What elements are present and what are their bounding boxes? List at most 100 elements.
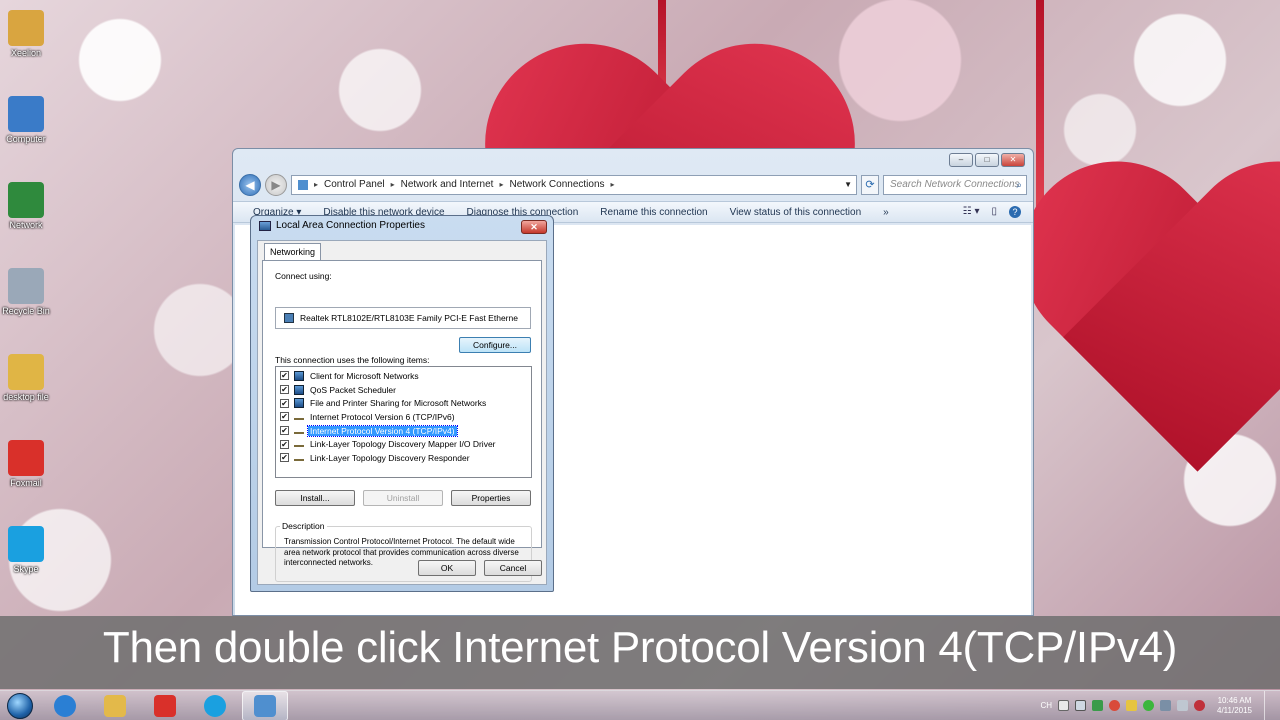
clock-time: 10:46 AM (1217, 695, 1252, 705)
item-checkbox[interactable]: ✔ (280, 426, 289, 436)
taskbar-foxmail-button[interactable] (142, 691, 188, 720)
navigation-bar: ◀ ▶ ▸ Control Panel ▸ Network and Intern… (239, 173, 1027, 197)
search-input[interactable]: Search Network Connections ⌕ (883, 175, 1027, 195)
connection-item[interactable]: ✔ Client for Microsoft Networks (276, 369, 531, 383)
connection-item[interactable]: ✔ Link-Layer Topology Discovery Responder (276, 451, 531, 465)
desktop-icon-label: Recycle Bin (2, 306, 50, 316)
item-checkbox[interactable]: ✔ (280, 398, 289, 408)
desktop-icon[interactable]: desktop file (2, 354, 50, 402)
monitor-icon[interactable] (1160, 700, 1171, 711)
qq-icon[interactable] (1109, 700, 1120, 711)
connection-item[interactable]: ✔ File and Printer Sharing for Microsoft … (276, 396, 531, 410)
taskbar-skype-button[interactable] (192, 691, 238, 720)
desktop-icon[interactable]: Xeelion (2, 10, 50, 58)
chevron-right-icon[interactable]: ▸ (314, 176, 318, 194)
dialog-body: Networking Connect using: Realtek RTL810… (257, 240, 547, 585)
more-commands-button[interactable]: » (883, 207, 889, 218)
connection-item[interactable]: ✔ QoS Packet Scheduler (276, 383, 531, 397)
local-area-connection-properties-dialog: Local Area Connection Properties ✕ Netwo… (250, 215, 554, 592)
breadcrumb-network-connections[interactable]: Network Connections (509, 176, 604, 194)
desktop-icon[interactable]: Network (2, 182, 50, 230)
change-view-icon[interactable]: ☷ ▾ (963, 206, 980, 218)
close-button[interactable]: ✕ (1001, 153, 1025, 167)
preview-pane-icon[interactable]: ▯ (991, 206, 997, 218)
address-dropdown-icon[interactable]: ▼ (844, 176, 852, 194)
network-tray-icon[interactable] (1092, 700, 1103, 711)
window-controls: – □ ✕ (949, 153, 1025, 167)
network-component-icon (294, 398, 304, 409)
input-method-icon[interactable] (1058, 700, 1069, 711)
back-arrow-icon[interactable]: ◀ (239, 174, 261, 196)
folder-tray-icon[interactable] (1126, 700, 1137, 711)
chevron-right-icon[interactable]: ▸ (611, 176, 615, 194)
show-desktop-button[interactable] (1264, 690, 1274, 720)
connection-item[interactable]: ✔ Link-Layer Topology Discovery Mapper I/… (276, 437, 531, 451)
search-icon[interactable]: ⌕ (1016, 177, 1022, 195)
dialog-close-button[interactable]: ✕ (521, 220, 547, 234)
items-label: This connection uses the following items… (275, 355, 430, 365)
forward-arrow-icon[interactable]: ▶ (265, 174, 287, 196)
desktop-icon[interactable]: Recycle Bin (2, 268, 50, 316)
desktop-icon-label: Skype (13, 564, 39, 574)
skype-icon (204, 694, 226, 717)
desktop-icon[interactable]: Foxmail (2, 440, 50, 488)
desktop-icon-label: Foxmail (10, 478, 42, 488)
cancel-button[interactable]: Cancel (484, 560, 542, 576)
tab-networking[interactable]: Networking (264, 243, 322, 261)
configure-button[interactable]: Configure... (459, 337, 531, 353)
rename-connection-button[interactable]: Rename this connection (600, 207, 707, 218)
adapter-field: Realtek RTL8102E/RTL8103E Family PCI-E F… (275, 307, 531, 329)
connect-using-label: Connect using: (275, 271, 332, 281)
chevron-right-icon[interactable]: ▸ (391, 176, 395, 194)
desktop-icon-label: Network (9, 220, 43, 230)
control-panel-icon (254, 694, 276, 717)
breadcrumb-control-panel[interactable]: Control Panel (324, 176, 385, 194)
protocol-icon (294, 441, 304, 448)
install-button[interactable]: Install... (275, 490, 355, 506)
minimize-button[interactable]: – (949, 153, 973, 167)
properties-button[interactable]: Properties (451, 490, 531, 506)
clock[interactable]: 10:46 AM 4/11/2015 (1217, 696, 1252, 716)
connection-item[interactable]: ✔ Internet Protocol Version 4 (TCP/IPv4) (276, 424, 531, 438)
network-icon (259, 220, 271, 231)
connection-item-label: File and Printer Sharing for Microsoft N… (310, 398, 487, 409)
desktop-app-icon (8, 354, 44, 390)
description-legend: Description (280, 521, 327, 531)
windows-logo-icon (7, 692, 33, 719)
desktop-icon-label: desktop file (3, 392, 49, 402)
network-component-icon (294, 384, 304, 395)
refresh-icon[interactable]: ⟳ (861, 175, 879, 195)
desktop-icon[interactable]: Computer (2, 96, 50, 144)
keyboard-icon[interactable] (1075, 700, 1086, 711)
desktop-app-icon (8, 440, 44, 476)
desktop-icon-label: Computer (6, 134, 46, 144)
taskbar-control-panel-button[interactable] (242, 690, 288, 720)
language-indicator[interactable]: CH (1040, 701, 1052, 710)
adapter-name: Realtek RTL8102E/RTL8103E Family PCI-E F… (300, 313, 518, 323)
help-icon[interactable]: ? (1009, 206, 1021, 218)
networking-panel: Connect using: Realtek RTL8102E/RTL8103E… (262, 260, 542, 582)
view-controls: ☷ ▾ ▯ ? (963, 206, 1033, 218)
connection-item-label: Link-Layer Topology Discovery Mapper I/O… (310, 439, 496, 450)
volume-icon[interactable] (1177, 700, 1188, 711)
item-checkbox[interactable]: ✔ (280, 453, 289, 463)
item-checkbox[interactable]: ✔ (280, 385, 289, 395)
address-bar[interactable]: ▸ Control Panel ▸ Network and Internet ▸… (291, 175, 857, 195)
chevron-right-icon[interactable]: ▸ (499, 176, 503, 194)
item-checkbox[interactable]: ✔ (280, 412, 289, 422)
security-icon[interactable] (1143, 700, 1154, 711)
connection-item[interactable]: ✔ Internet Protocol Version 6 (TCP/IPv6) (276, 410, 531, 424)
taskbar-file-explorer-button[interactable] (92, 691, 138, 720)
desktop-app-icon (8, 10, 44, 46)
view-status-button[interactable]: View status of this connection (730, 207, 862, 218)
uninstall-button: Uninstall (363, 490, 443, 506)
desktop-icon[interactable]: Skype (2, 526, 50, 574)
start-button[interactable] (2, 691, 38, 720)
ok-button[interactable]: OK (418, 560, 476, 576)
item-checkbox[interactable]: ✔ (280, 371, 289, 381)
flag-icon[interactable] (1194, 700, 1205, 711)
breadcrumb-network-and-internet[interactable]: Network and Internet (401, 176, 494, 194)
maximize-button[interactable]: □ (975, 153, 999, 167)
item-checkbox[interactable]: ✔ (280, 439, 289, 449)
taskbar-internet-explorer-button[interactable] (42, 691, 88, 720)
